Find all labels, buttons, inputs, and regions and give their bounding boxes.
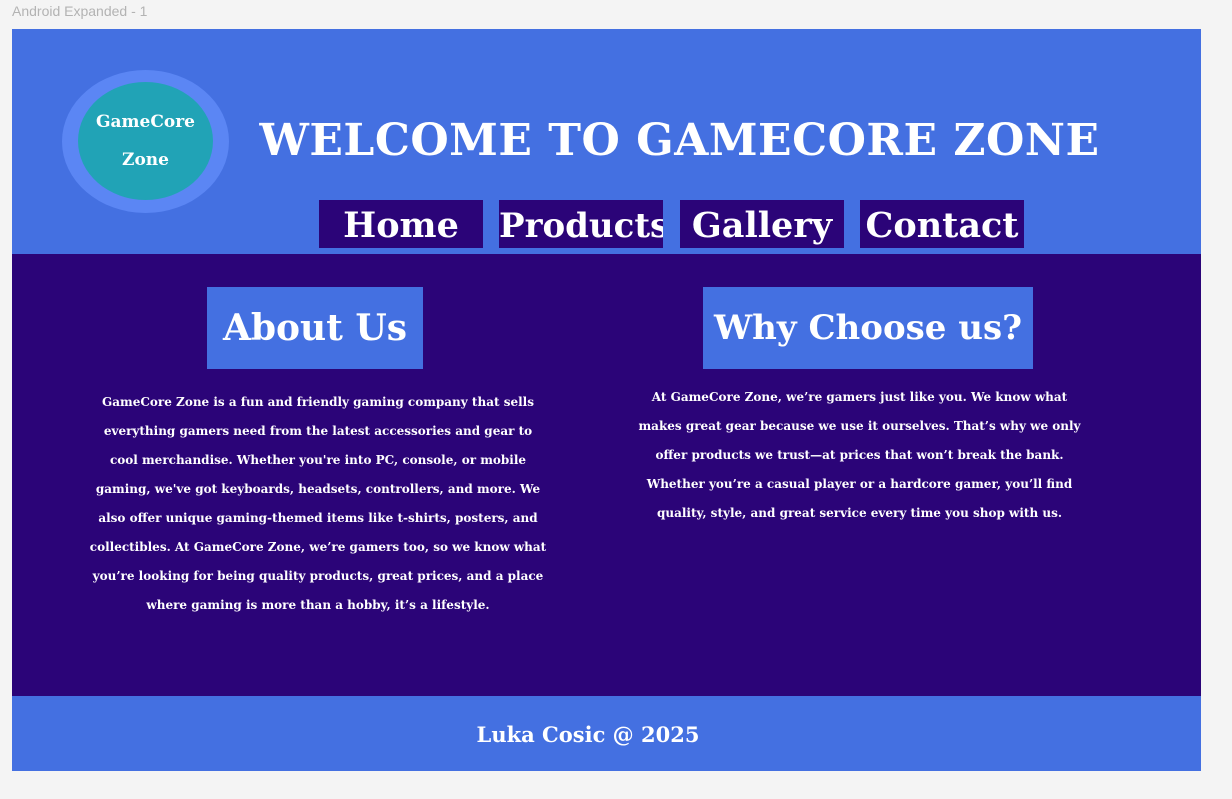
artboard: GameCore Zone WELCOME TO GAMECORE ZONE H… xyxy=(12,29,1201,771)
why-choose-us-text: At GameCore Zone, we’re gamers just like… xyxy=(638,390,1081,520)
nav-gallery-button[interactable]: Gallery xyxy=(680,200,844,248)
nav-products-button[interactable]: Products xyxy=(499,200,663,248)
logo[interactable]: GameCore Zone xyxy=(78,82,213,200)
nav-home-button[interactable]: Home xyxy=(319,200,483,248)
why-choose-us-heading: Why Choose us? xyxy=(703,287,1033,369)
nav-contact-button[interactable]: Contact xyxy=(860,200,1024,248)
footer: Luka Cosic @ 2025 xyxy=(12,696,1201,771)
footer-copyright: Luka Cosic @ 2025 xyxy=(476,722,700,747)
logo-line-1: GameCore xyxy=(96,112,195,132)
about-us-heading: About Us xyxy=(207,287,423,369)
frame-label: Android Expanded - 1 xyxy=(12,3,148,19)
header: GameCore Zone WELCOME TO GAMECORE ZONE H… xyxy=(12,29,1201,254)
logo-line-2: Zone xyxy=(122,150,169,170)
about-us-text: GameCore Zone is a fun and friendly gami… xyxy=(89,395,547,612)
page-title: WELCOME TO GAMECORE ZONE xyxy=(259,115,1100,166)
